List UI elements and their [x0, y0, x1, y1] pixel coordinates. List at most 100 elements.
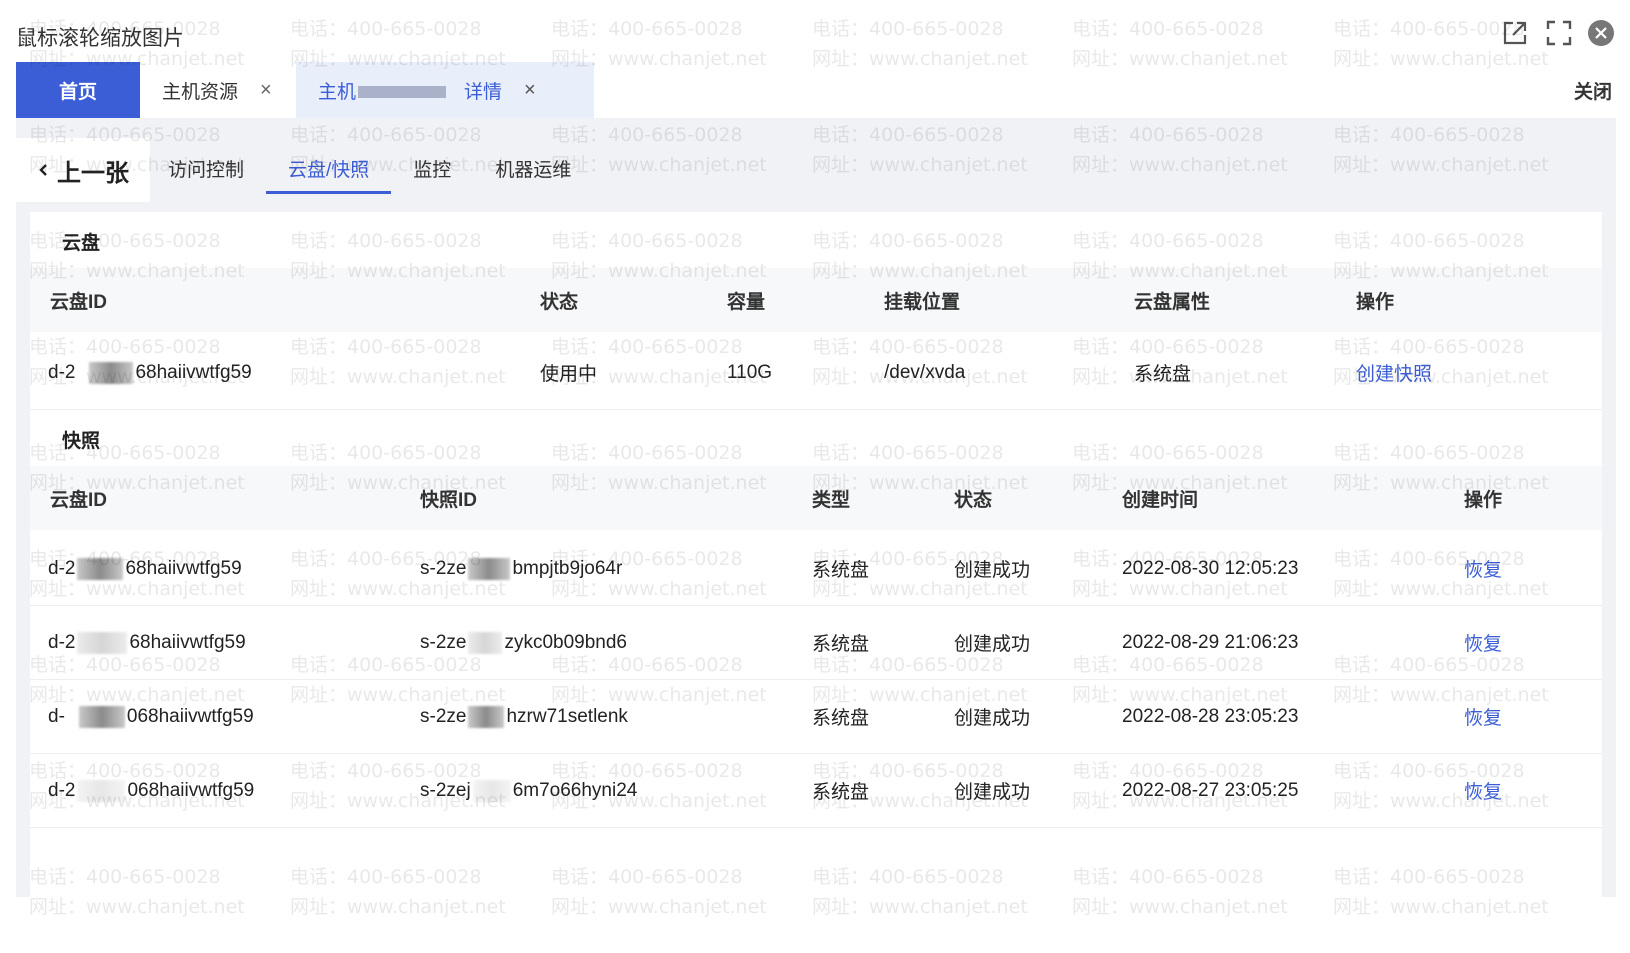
snapshot-status: 创建成功	[954, 782, 1031, 803]
tab-home[interactable]: 首页	[16, 62, 140, 118]
header-status: 状态	[540, 291, 579, 313]
close-all-tabs-button[interactable]: 关闭	[1574, 62, 1612, 118]
tab-host-detail-label: 主机 详情	[318, 77, 502, 104]
disk-table-header: 云盘ID 状态 容量 挂载位置 云盘属性 操作	[30, 268, 1602, 332]
disk-id-suffix: 68haiivwtfg59	[135, 361, 252, 383]
viewer-toolbar	[1500, 18, 1614, 48]
snapshot-section-title: 快照	[62, 431, 101, 452]
header-disk-attr: 云盘属性	[1134, 291, 1211, 313]
disk-section-title: 云盘	[62, 233, 101, 254]
disk-id-prefix: d-2	[48, 361, 76, 383]
disk-id-prefix: d-2	[48, 557, 76, 579]
close-icon[interactable]: ×	[524, 79, 536, 102]
close-icon[interactable]: ×	[260, 79, 272, 102]
table-row: d-2 068haiivwtfg59 s-2zej 6m7o66hyni24 系统盘…	[30, 754, 1602, 828]
snapshot-id-prefix: s-2zej	[420, 779, 471, 801]
redacted-id	[78, 705, 125, 728]
snapshot-status: 创建成功	[954, 634, 1031, 655]
snapshot-type: 系统盘	[812, 634, 870, 655]
redacted-id	[468, 705, 505, 728]
subtab-disk-snapshot[interactable]: 云盘/快照	[266, 142, 392, 194]
snapshot-type: 系统盘	[812, 782, 870, 803]
disk-capacity: 110G	[727, 361, 773, 383]
disk-id: d-2 68haiivwtfg59	[48, 336, 252, 409]
snapshot-id-suffix: 6m7o66hyni24	[512, 779, 638, 801]
snapshot-table-header: 云盘ID 快照ID 类型 状态 创建时间 操作	[30, 466, 1602, 530]
header-created-time: 创建时间	[1122, 489, 1199, 511]
restore-link[interactable]: 恢复	[1464, 680, 1502, 753]
snapshot-status: 创建成功	[954, 560, 1031, 581]
table-row: d-2 68haiivwtfg59 使用中 110G /dev/xvda 系统盘 …	[30, 336, 1602, 410]
open-external-icon[interactable]	[1500, 18, 1530, 48]
tab-bar: 首页 主机资源 × 主机 详情 × 关闭	[16, 62, 1616, 118]
snapshot-id-prefix: s-2ze	[420, 705, 467, 727]
redacted-id	[77, 779, 126, 802]
redacted-id	[77, 557, 124, 580]
snapshot-disk-id: d- 068haiivwtfg59	[48, 680, 254, 753]
disk-mount: /dev/xvda	[884, 361, 966, 383]
tab-host-detail[interactable]: 主机 详情 ×	[296, 62, 594, 118]
snapshot-id: s-2ze hzrw71setlenk	[420, 680, 628, 753]
disk-id-prefix: d-2	[48, 779, 76, 801]
disk-id-suffix: 068haiivwtfg59	[126, 705, 254, 727]
chevron-left-icon	[37, 156, 49, 184]
fullscreen-icon[interactable]	[1544, 18, 1574, 48]
header-mount: 挂载位置	[884, 291, 961, 313]
redacted-id	[77, 631, 128, 654]
header-disk-id: 云盘ID	[50, 489, 108, 511]
table-row: d-2 68haiivwtfg59 s-2ze zykc0b09bnd6 系统盘 创…	[30, 606, 1602, 680]
close-icon[interactable]	[1588, 20, 1614, 46]
snapshot-created-time: 2022-08-29 21:06:23	[1122, 631, 1299, 653]
header-action: 操作	[1356, 291, 1395, 313]
snapshot-created-time: 2022-08-27 23:05:25	[1122, 779, 1299, 801]
restore-link[interactable]: 恢复	[1464, 606, 1502, 679]
header-status: 状态	[954, 489, 993, 511]
snapshot-type: 系统盘	[812, 560, 870, 581]
viewer-title: 鼠标滚轮缩放图片	[16, 27, 184, 50]
snapshot-id: s-2zej 6m7o66hyni24	[420, 754, 637, 827]
redacted-id	[89, 361, 134, 384]
snapshot-status: 创建成功	[954, 708, 1031, 729]
redacted-id	[468, 557, 511, 580]
subtab-monitor[interactable]: 监控	[391, 142, 473, 194]
header-disk-id: 云盘ID	[50, 291, 108, 313]
header-type: 类型	[812, 489, 851, 511]
disk-attr: 系统盘	[1134, 364, 1192, 385]
snapshot-type: 系统盘	[812, 708, 870, 729]
header-capacity: 容量	[727, 291, 766, 313]
previous-image-label: 上一张	[57, 159, 129, 187]
restore-link[interactable]: 恢复	[1464, 532, 1502, 605]
disk-id-prefix: d-	[48, 705, 65, 727]
snapshot-id-prefix: s-2ze	[420, 631, 467, 653]
snapshot-id-suffix: hzrw71setlenk	[506, 705, 628, 727]
table-row: d-2 68haiivwtfg59 s-2ze bmpjtb9jo64r 系统盘 创…	[30, 532, 1602, 606]
snapshot-disk-id: d-2 68haiivwtfg59	[48, 606, 246, 679]
snapshot-disk-id: d-2 68haiivwtfg59	[48, 532, 242, 605]
tab-detail-suffix: 详情	[464, 81, 503, 103]
snapshot-id: s-2ze bmpjtb9jo64r	[420, 532, 622, 605]
header-action: 操作	[1464, 489, 1503, 511]
tab-home-label: 首页	[58, 81, 97, 103]
disk-snapshot-panel: 云盘 云盘ID 状态 容量 挂载位置 云盘属性 操作 d-2 68haiivwtf…	[30, 212, 1602, 897]
tab-detail-prefix: 主机	[318, 81, 357, 103]
snapshot-id: s-2ze zykc0b09bnd6	[420, 606, 627, 679]
header-snapshot-id: 快照ID	[420, 489, 478, 511]
redacted-id	[472, 779, 511, 802]
snapshot-id-suffix: bmpjtb9jo64r	[512, 557, 623, 579]
tab-host-resource-label: 主机资源	[162, 81, 239, 103]
redacted-host-name	[358, 86, 447, 99]
subtab-machine-ops[interactable]: 机器运维	[473, 142, 593, 194]
disk-id-suffix: 68haiivwtfg59	[129, 631, 246, 653]
tab-host-resource[interactable]: 主机资源 ×	[140, 62, 296, 118]
disk-status: 使用中	[540, 364, 598, 385]
restore-link[interactable]: 恢复	[1464, 754, 1502, 827]
disk-id-prefix: d-2	[48, 631, 76, 653]
create-snapshot-link[interactable]: 创建快照	[1356, 336, 1432, 409]
snapshot-created-time: 2022-08-28 23:05:23	[1122, 705, 1299, 727]
disk-id-suffix: 68haiivwtfg59	[125, 557, 242, 579]
previous-image-button[interactable]: 上一张	[16, 138, 150, 202]
redacted-id	[468, 631, 503, 654]
snapshot-disk-id: d-2 068haiivwtfg59	[48, 754, 254, 827]
snapshot-created-time: 2022-08-30 12:05:23	[1122, 557, 1299, 579]
subtab-access-control[interactable]: 访问控制	[146, 142, 266, 194]
